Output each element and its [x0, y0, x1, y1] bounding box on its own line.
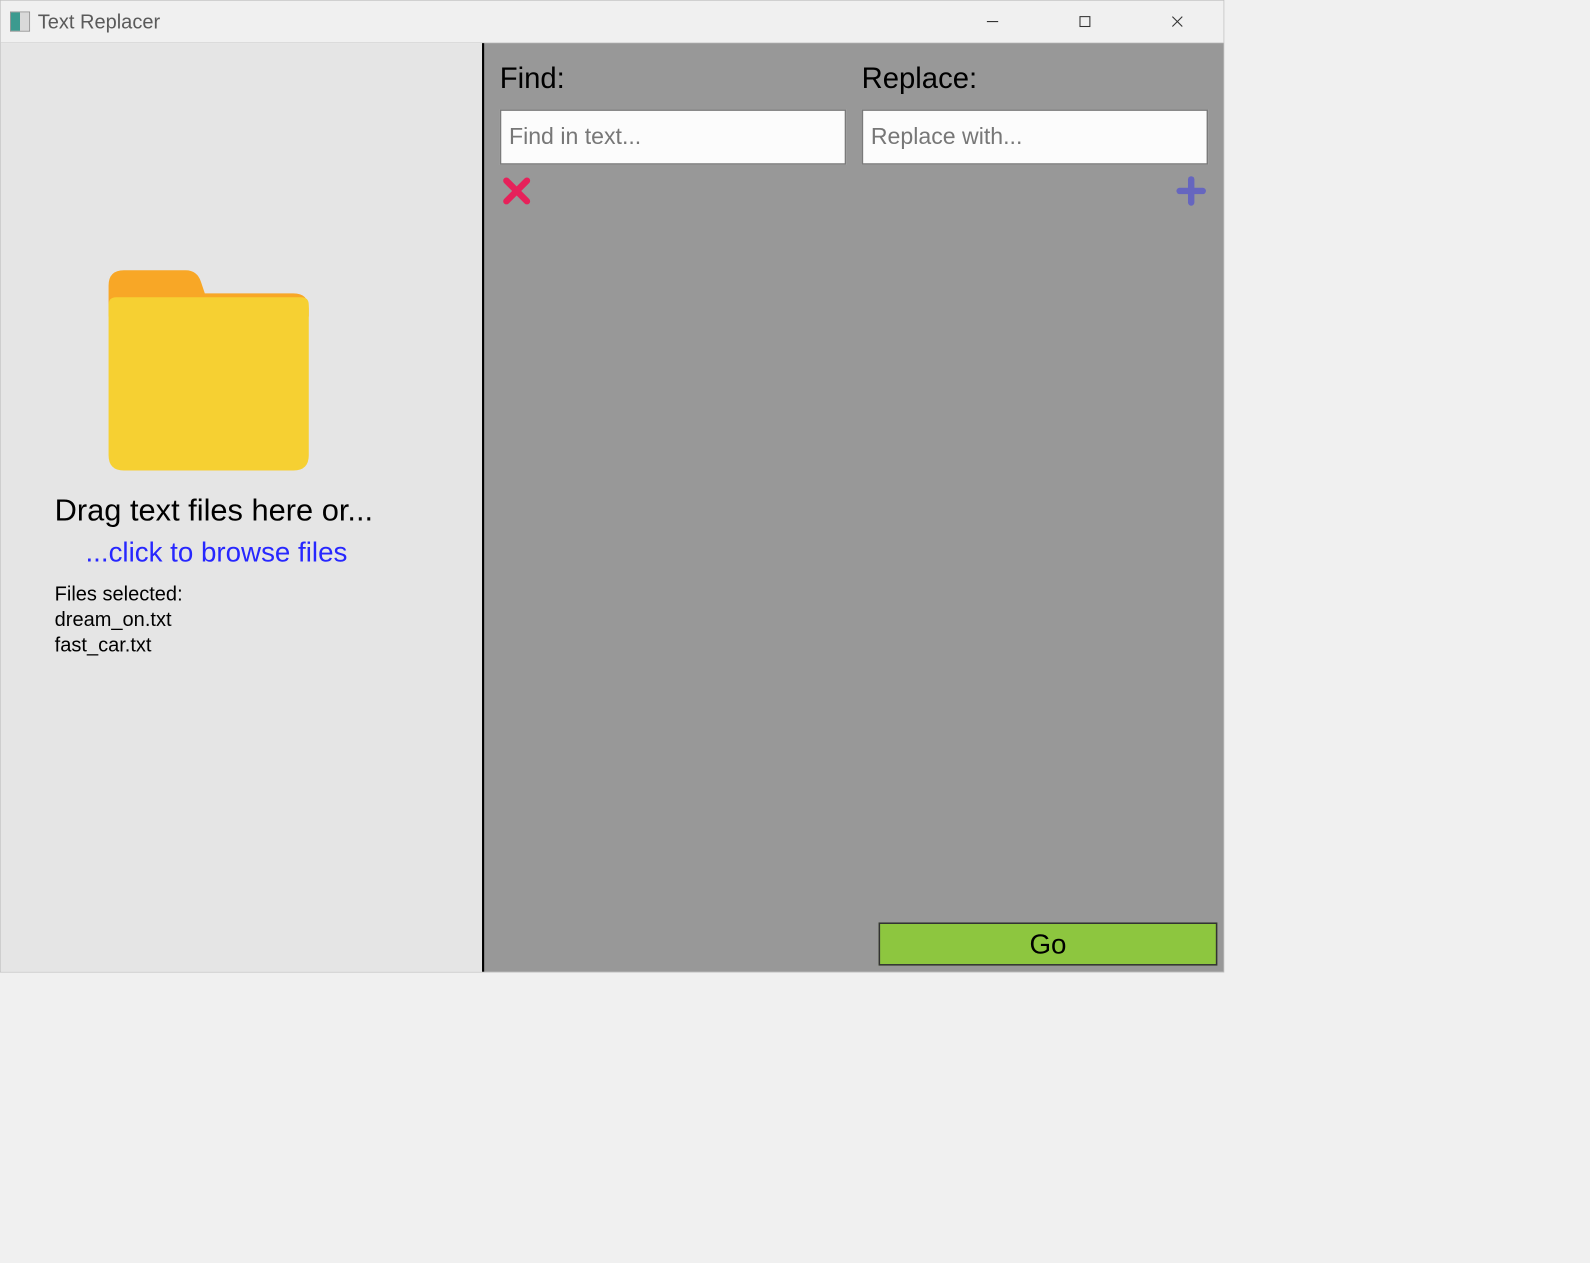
replace-row [500, 109, 1208, 164]
minimize-icon [984, 13, 1001, 30]
add-row-icon[interactable] [1176, 174, 1207, 213]
minimize-button[interactable] [946, 1, 1038, 43]
drag-files-label: Drag text files here or... [55, 494, 482, 529]
window-title: Text Replacer [38, 10, 160, 34]
row-action-icons [500, 174, 1208, 213]
app-icon [10, 12, 30, 32]
app-window: Text Replacer Drag text files here or...… [0, 0, 1224, 973]
close-icon [1169, 13, 1186, 30]
browse-files-link[interactable]: ...click to browse files [85, 536, 347, 568]
replace-panel: Find: Replace: Go [484, 43, 1223, 972]
drop-panel[interactable]: Drag text files here or... ...click to b… [1, 43, 485, 972]
find-input[interactable] [500, 109, 847, 164]
remove-row-icon[interactable] [501, 174, 532, 213]
selected-file: fast_car.txt [55, 633, 482, 657]
go-button[interactable]: Go [879, 922, 1218, 965]
files-selected-header: Files selected: [55, 582, 482, 606]
close-button[interactable] [1131, 1, 1223, 43]
maximize-icon [1076, 13, 1093, 30]
maximize-button[interactable] [1039, 1, 1131, 43]
content-area: Drag text files here or... ...click to b… [1, 43, 1224, 972]
window-controls [946, 1, 1223, 43]
replace-input[interactable] [862, 109, 1209, 164]
find-column-label: Find: [500, 62, 847, 95]
column-labels: Find: Replace: [500, 62, 1208, 95]
replace-column-label: Replace: [862, 62, 1209, 95]
folder-icon [101, 263, 317, 471]
titlebar[interactable]: Text Replacer [1, 1, 1224, 43]
selected-file: dream_on.txt [55, 608, 482, 632]
